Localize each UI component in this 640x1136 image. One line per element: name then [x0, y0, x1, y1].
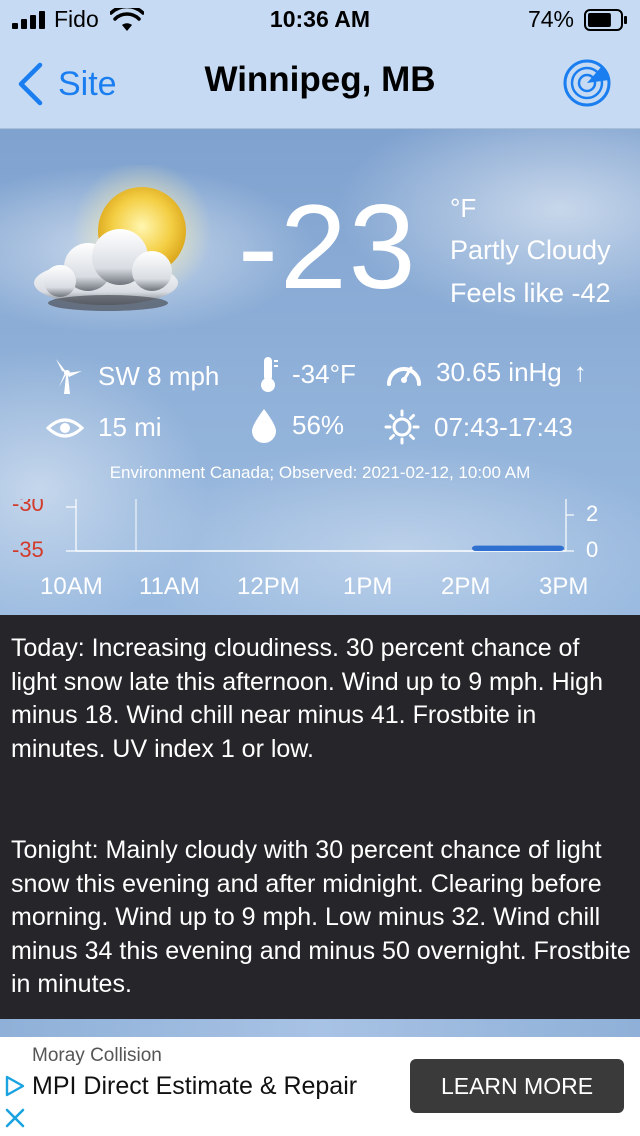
battery-percent: 74% — [527, 6, 574, 32]
pressure-value: 30.65 inHg — [436, 357, 562, 387]
x-tick-label: 2PM — [441, 573, 491, 600]
visibility-metric: 15 mi — [46, 412, 162, 443]
close-icon[interactable] — [4, 1107, 26, 1129]
adchoices-icon[interactable] — [4, 1075, 26, 1097]
feels-like-text: Feels like -42 — [450, 278, 611, 308]
x-tick-label: 3PM — [539, 573, 589, 600]
sun-times-value: 07:43-17:43 — [434, 411, 573, 442]
wind-metric: SW 8 mph — [50, 357, 219, 395]
wind-chill-metric: -34°F — [258, 355, 356, 393]
navigation-bar: Site Winnipeg, MB — [0, 40, 640, 129]
eye-icon — [46, 418, 84, 437]
forecast-panel: Today: Increasing cloudiness. 30 percent… — [0, 615, 640, 1019]
droplet-icon — [252, 409, 276, 443]
gauge-icon — [387, 366, 421, 386]
x-tick-label: 12PM — [237, 573, 300, 600]
wind-turbine-icon — [56, 359, 82, 394]
thermometer-icon — [261, 357, 278, 392]
chart-plot — [66, 499, 574, 552]
ad-banner[interactable]: Moray Collision MPI Direct Estimate & Re… — [0, 1037, 640, 1136]
battery-icon — [584, 9, 627, 31]
ad-sponsor: Moray Collision — [32, 1045, 162, 1066]
x-tick-label: 10AM — [40, 573, 103, 600]
forecast-today: Today: Increasing cloudiness. 30 percent… — [11, 634, 603, 763]
wind-chill-value: -34°F — [292, 358, 356, 389]
current-temperature: -23 — [238, 180, 418, 314]
sun-icon — [384, 409, 420, 445]
x-tick-label: 11AM — [139, 573, 200, 600]
temperature-unit: °F — [450, 193, 477, 223]
condition-text: Partly Cloudy — [450, 235, 611, 265]
sun-times-metric: 07:43-17:43 — [384, 409, 573, 445]
background-strip — [0, 1019, 640, 1037]
current-conditions: -23 °F Partly Cloudy Feels like -42 SW 8… — [0, 129, 640, 615]
radar-icon[interactable] — [562, 58, 612, 108]
observation-source: Environment Canada; Observed: 2021-02-12… — [109, 463, 531, 482]
precip-bar — [472, 545, 564, 551]
humidity-metric: 56% — [250, 407, 344, 443]
visibility-value: 15 mi — [98, 412, 162, 442]
hourly-chart[interactable]: -30 -35 2 0 10AM 11AM 12PM 1PM 2PM 3PM — [0, 499, 640, 615]
pressure-metric: 30.65 inHg ↑ — [386, 357, 587, 388]
forecast-tonight: Tonight: Mainly cloudy with 30 percent c… — [11, 836, 631, 999]
partly-cloudy-icon — [34, 165, 212, 311]
ad-headline[interactable]: MPI Direct Estimate & Repair — [32, 1071, 362, 1101]
learn-more-button[interactable]: LEARN MORE — [410, 1059, 624, 1113]
wind-value: SW 8 mph — [98, 360, 220, 391]
status-bar: Fido 10:36 AM 74% — [0, 0, 640, 40]
x-tick-label: 1PM — [343, 573, 393, 600]
pressure-trend: ↑ — [573, 357, 587, 387]
humidity-value: 56% — [292, 409, 345, 440]
page-title: Winnipeg, MB — [204, 60, 436, 99]
